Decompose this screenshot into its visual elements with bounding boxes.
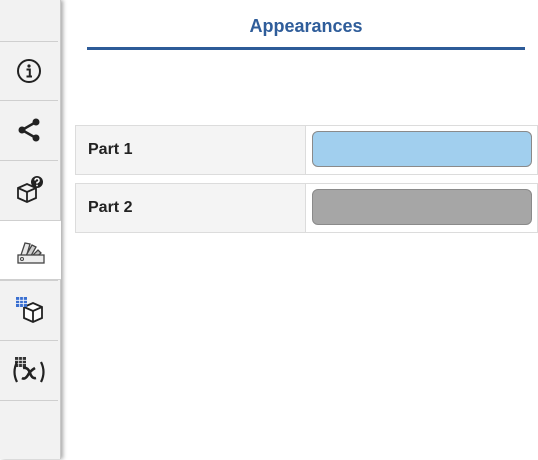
title-underline bbox=[87, 47, 525, 50]
function-icon bbox=[11, 354, 47, 386]
tab-share[interactable] bbox=[0, 100, 58, 159]
table-cube-icon bbox=[13, 294, 45, 326]
share-icon bbox=[15, 116, 43, 144]
part-question-icon bbox=[14, 175, 44, 205]
tab-info[interactable] bbox=[0, 41, 58, 100]
color-swatch[interactable] bbox=[312, 189, 532, 225]
tab-function[interactable] bbox=[0, 340, 58, 399]
tab-part-info[interactable] bbox=[0, 160, 58, 219]
part-label: Part 1 bbox=[76, 126, 306, 174]
part-row: Part 2 bbox=[75, 183, 538, 233]
part-row: Part 1 bbox=[75, 125, 538, 175]
part-label: Part 2 bbox=[76, 184, 306, 232]
tab-table-cube[interactable] bbox=[0, 280, 58, 339]
info-icon bbox=[16, 58, 42, 84]
panel-title: Appearances bbox=[249, 16, 363, 36]
tab-empty bbox=[0, 400, 58, 460]
appearance-palette-icon bbox=[15, 235, 47, 265]
tab-rail bbox=[0, 0, 61, 459]
color-swatch[interactable] bbox=[312, 131, 532, 167]
tab-appearances[interactable] bbox=[0, 220, 61, 280]
